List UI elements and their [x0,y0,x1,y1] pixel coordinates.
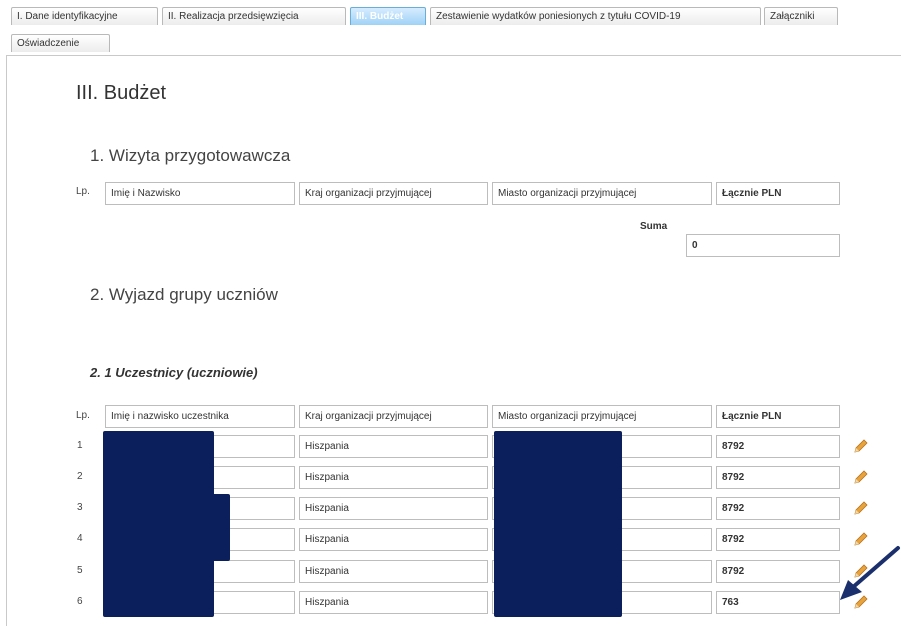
suma-value: 0 [686,234,840,257]
total-field[interactable]: 8792 [716,466,840,489]
row-lp: 1 [77,440,83,451]
tab-realizacja[interactable]: II. Realizacja przedsięwzięcia [162,7,346,25]
header-lacznie: Łącznie PLN [716,405,840,428]
page-title: III. Budżet [76,82,167,104]
tab-zalaczniki[interactable]: Załączniki [764,7,838,25]
header-lacznie: Łącznie PLN [716,182,840,205]
subsection-title-uczestnicy: 2. 1 Uczestnicy (uczniowie) [90,365,258,380]
row-lp: 2 [77,471,83,482]
arrow-icon [840,546,900,600]
section-title-wizyta: 1. Wizyta przygotowawcza [90,146,291,165]
pencil-icon[interactable] [852,499,870,517]
country-field[interactable]: Hiszpania [299,466,488,489]
country-field[interactable]: Hiszpania [299,528,488,551]
redaction-block [200,494,230,561]
country-field[interactable]: Hiszpania [299,560,488,583]
row-lp: 5 [77,565,83,576]
tab-covid-wydatki[interactable]: Zestawienie wydatków poniesionych z tytu… [430,7,761,25]
header-miasto: Miasto organizacji przyjmującej [492,182,712,205]
country-field[interactable]: Hiszpania [299,591,488,614]
total-field[interactable]: 8792 [716,497,840,520]
redaction-block [103,431,214,617]
total-field[interactable]: 763 [716,591,840,614]
tab-dane-identyfikacyjne[interactable]: I. Dane identyfikacyjne [11,7,158,25]
total-field[interactable]: 8792 [716,435,840,458]
country-field[interactable]: Hiszpania [299,497,488,520]
total-field[interactable]: 8792 [716,528,840,551]
tab-oswiadczenie[interactable]: Oświadczenie [11,34,110,52]
header-kraj: Kraj organizacji przyjmującej [299,405,488,428]
header-imie-uczestnika: Imię i nazwisko uczestnika [105,405,295,428]
lp-header: Lp. [76,410,90,421]
header-miasto: Miasto organizacji przyjmującej [492,405,712,428]
lp-header: Lp. [76,186,90,197]
redaction-block [494,431,622,617]
suma-label: Suma [640,221,668,232]
row-lp: 6 [77,596,83,607]
tab-budzet[interactable]: III. Budżet [350,7,426,25]
country-field[interactable]: Hiszpania [299,435,488,458]
header-kraj: Kraj organizacji przyjmującej [299,182,488,205]
pencil-icon[interactable] [852,468,870,486]
row-lp: 4 [77,533,83,544]
pencil-icon[interactable] [852,437,870,455]
row-lp: 3 [77,502,83,513]
total-field[interactable]: 8792 [716,560,840,583]
section-title-wyjazd: 2. Wyjazd grupy uczniów [90,285,278,304]
header-imie-nazwisko: Imię i Nazwisko [105,182,295,205]
